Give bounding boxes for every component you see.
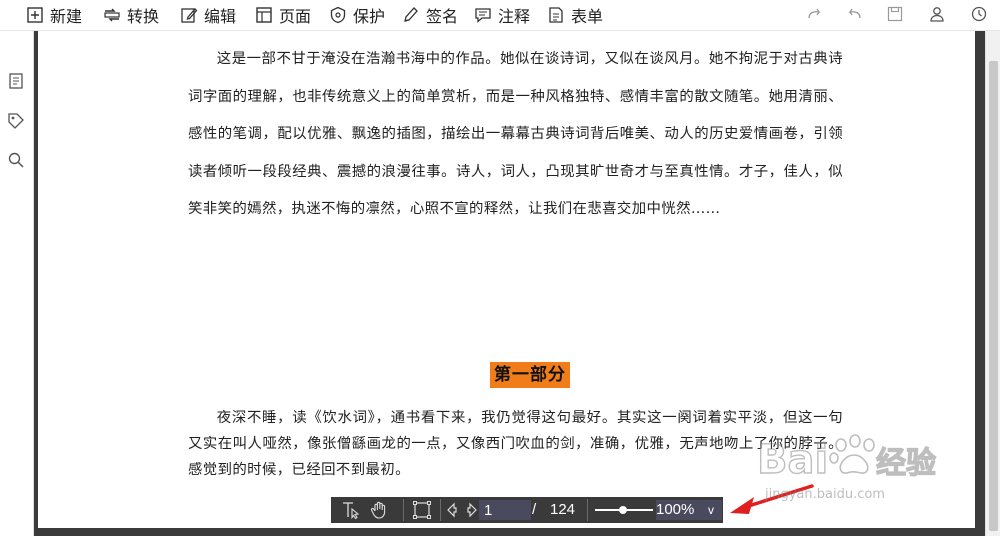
nav-separator [587, 499, 588, 521]
edit-icon [181, 8, 198, 23]
hand-icon [370, 501, 386, 519]
vertical-scrollbar[interactable] [985, 31, 1000, 536]
section-heading: 第一部分 [490, 362, 570, 388]
select-text-button[interactable] [341, 500, 361, 520]
user-button[interactable] [926, 3, 948, 25]
bookmark-button[interactable] [7, 112, 25, 130]
page-border-bottom [34, 528, 985, 536]
convert-button[interactable]: 转换 [103, 3, 159, 27]
new-plus-icon [27, 7, 43, 23]
form-icon [549, 7, 563, 23]
sign-label: 签名 [426, 7, 459, 26]
convert-icon [104, 8, 120, 22]
form-label: 表单 [571, 7, 604, 26]
protect-button[interactable]: 保护 [329, 3, 385, 27]
zoom-slider-handle[interactable] [619, 506, 627, 514]
search-icon [8, 152, 24, 168]
svg-text:经验: 经验 [876, 446, 936, 481]
select-text-icon [343, 502, 360, 520]
thumbnail-button[interactable] [7, 72, 25, 90]
nav-separator [403, 499, 404, 521]
fit-page-button[interactable] [412, 500, 432, 520]
hand-tool-button[interactable] [369, 500, 389, 520]
page-button[interactable]: 页面 [255, 3, 311, 27]
save-icon [887, 6, 903, 22]
pen-icon [404, 7, 418, 22]
paragraph-intro: 这是一部不甘于淹没在浩瀚书海中的作品。她似在谈诗词，又似在谈风月。她不拘泥于对古… [188, 51, 843, 217]
fit-page-icon [413, 501, 431, 519]
refresh-icon [971, 6, 987, 22]
nav-separator [440, 499, 441, 521]
scrollbar-thumb[interactable] [989, 61, 998, 531]
redo-icon [808, 8, 821, 19]
page-border-right [975, 31, 985, 536]
search-button[interactable] [7, 151, 25, 169]
form-button[interactable]: 表单 [547, 3, 603, 27]
edit-button[interactable]: 编辑 [180, 3, 236, 27]
page-label: 页面 [279, 7, 312, 26]
zoom-value: 100% [656, 501, 695, 518]
bookmark-icon [8, 113, 24, 129]
chevron-down-icon: v [708, 503, 714, 517]
page-separator: / [532, 501, 537, 518]
save-button[interactable] [884, 3, 906, 25]
svg-text:Bai: Bai [757, 437, 828, 483]
left-sidebar [0, 31, 34, 536]
baidu-watermark-logo: Bai 经验 jingyan.baidu.com [756, 434, 937, 502]
current-page-input[interactable] [479, 500, 531, 520]
comment-icon [475, 8, 491, 23]
thumbnail-icon [9, 73, 23, 89]
convert-label: 转换 [127, 7, 160, 26]
page-icon [256, 7, 272, 23]
paragraph-part-one: 夜深不睡，读《饮水词》，通书看下来，我仍觉得这句最好。其实这一阕词着实平淡，但这… [188, 410, 843, 478]
arrow-right-icon [467, 502, 477, 518]
protect-label: 保护 [353, 7, 386, 26]
sign-button[interactable]: 签名 [402, 3, 458, 27]
zoom-dropdown[interactable]: 100% v [656, 500, 722, 520]
undo-button[interactable] [843, 3, 865, 25]
main-toolbar: 新建 转换 编辑 页面 保护 签名 注释 表单 [0, 0, 1000, 31]
annotate-label: 注释 [498, 7, 531, 26]
next-page-button[interactable] [459, 500, 479, 520]
total-pages: 124 [550, 501, 576, 518]
undo-icon [848, 8, 861, 19]
redo-button[interactable] [804, 3, 826, 25]
user-icon [930, 7, 944, 22]
annotate-button[interactable]: 注释 [474, 3, 530, 27]
refresh-button[interactable] [968, 3, 990, 25]
new-button[interactable]: 新建 [26, 3, 82, 27]
svg-text:jingyan.baidu.com: jingyan.baidu.com [764, 487, 885, 502]
shield-icon [330, 6, 346, 24]
new-label: 新建 [50, 7, 83, 26]
edit-label: 编辑 [204, 7, 237, 26]
